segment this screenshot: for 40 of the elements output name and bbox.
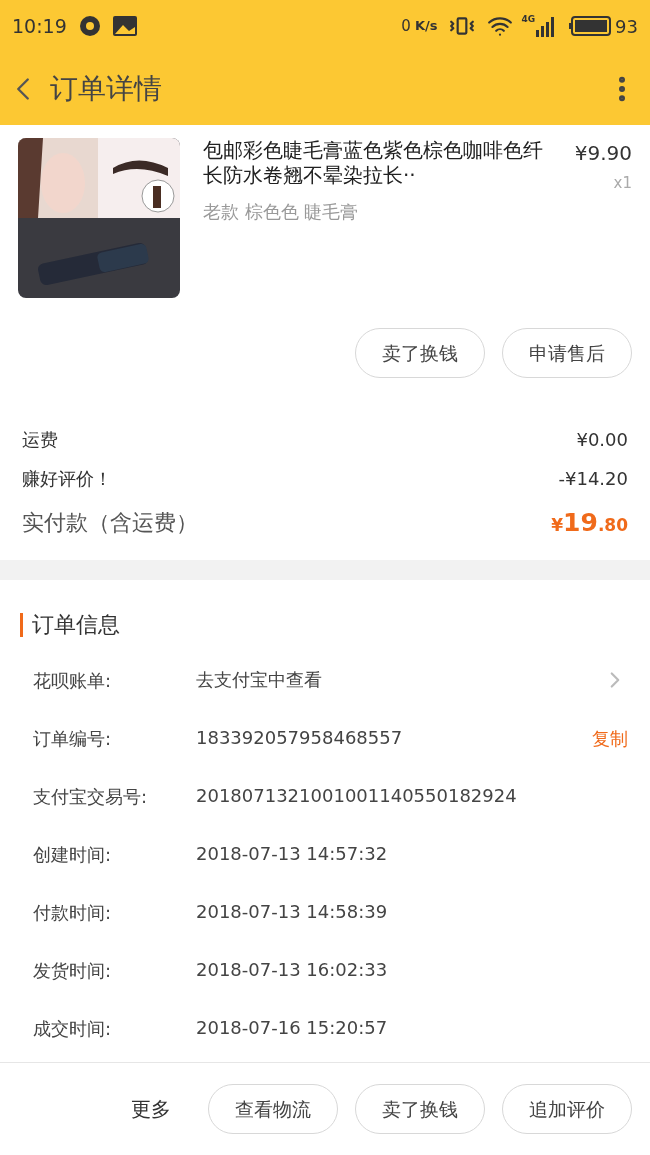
info-label: 花呗账单: <box>33 669 113 693</box>
summary-value: ¥0.00 <box>576 428 628 452</box>
info-label: 成交时间: <box>33 1017 113 1041</box>
summary-label: 赚好评价！ <box>22 467 112 491</box>
info-label: 订单编号: <box>33 727 113 751</box>
total-label: 实付款（含运费） <box>22 509 198 538</box>
section-title: 订单信息 <box>32 611 120 639</box>
action-button[interactable]: 卖了换钱 <box>355 328 485 378</box>
status-time: 10:19 <box>12 13 67 39</box>
info-value: 2018071321001001140550182924 <box>196 785 518 807</box>
product-variant: 老款 棕色色 睫毛膏 <box>203 200 360 224</box>
info-label: 创建时间: <box>33 843 113 867</box>
total-amount: ¥19.80 <box>551 507 628 539</box>
info-label: 支付宝交易号: <box>33 785 149 809</box>
action-button[interactable]: 卖了换钱 <box>355 1084 485 1134</box>
info-label: 发货时间: <box>33 959 113 983</box>
network-speed-unit: K/s <box>414 17 438 36</box>
product-quantity: x1 <box>613 173 632 194</box>
product-price: ¥9.90 <box>574 140 632 167</box>
info-value: 去支付宝中查看 <box>196 669 323 691</box>
summary-label: 运费 <box>22 428 58 452</box>
battery-level: 93 <box>615 14 638 39</box>
action-button[interactable]: 查看物流 <box>208 1084 338 1134</box>
info-value: 183392057958468557 <box>196 727 404 749</box>
action-button[interactable]: 追加评价 <box>502 1084 632 1134</box>
summary-value: -¥14.20 <box>558 467 628 491</box>
network-speed: 0 <box>401 15 411 37</box>
info-value: 2018-07-16 15:20:57 <box>196 1017 389 1039</box>
product-title: 包邮彩色睫毛膏蓝色紫色棕色咖啡色纤长防水卷翘不晕染拉长·· <box>203 138 543 188</box>
info-label: 付款时间: <box>33 901 113 925</box>
info-value: 2018-07-13 16:02:33 <box>196 959 389 981</box>
heading-accent-bar <box>20 612 23 637</box>
info-value: 2018-07-13 14:57:32 <box>196 843 389 865</box>
more-button[interactable]: 更多 <box>131 1094 171 1124</box>
info-value: 2018-07-13 14:58:39 <box>196 901 389 923</box>
battery-icon <box>569 15 612 37</box>
action-button[interactable]: 申请售后 <box>502 328 632 378</box>
image-icon <box>112 16 137 36</box>
network-type: 4G <box>521 13 536 26</box>
page-title: 订单详情 <box>50 70 162 107</box>
